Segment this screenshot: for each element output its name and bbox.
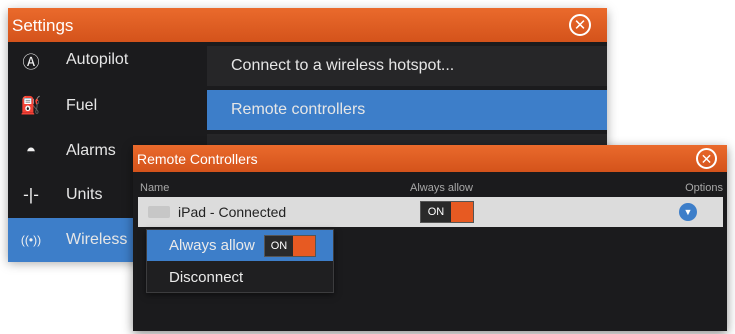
dialog-title: Remote Controllers bbox=[137, 151, 258, 167]
popup-item-always-allow[interactable]: Always allow ON bbox=[147, 230, 333, 261]
menu-item-remote-controllers[interactable]: Remote controllers bbox=[207, 90, 607, 130]
toggle-knob bbox=[293, 236, 315, 256]
column-header-name: Name bbox=[140, 182, 170, 194]
always-allow-toggle[interactable]: ON bbox=[420, 201, 474, 223]
sidebar-item-label: Units bbox=[66, 186, 103, 203]
sidebar-item-wireless[interactable]: ((•)) Wireless bbox=[8, 218, 136, 262]
sidebar-item-autopilot[interactable]: Ⓐ Autopilot bbox=[8, 38, 136, 82]
sidebar-item-fuel[interactable]: ⛽ Fuel bbox=[8, 84, 136, 128]
popup-item-disconnect[interactable]: Disconnect bbox=[147, 262, 333, 293]
settings-sidebar: Ⓐ Autopilot ⛽ Fuel ◓ Alarms ‑|‑ Units ((… bbox=[8, 42, 136, 262]
column-headers: Name Always allow Options bbox=[138, 182, 723, 195]
device-name: iPad - Connected bbox=[178, 204, 287, 220]
sidebar-item-label: Autopilot bbox=[66, 51, 129, 68]
settings-titlebar: Settings ✕ bbox=[8, 8, 607, 42]
sidebar-item-alarms[interactable]: ◓ Alarms bbox=[8, 129, 136, 173]
toggle-state-label: ON bbox=[265, 236, 293, 256]
popup-always-allow-toggle[interactable]: ON bbox=[264, 235, 316, 257]
toggle-knob bbox=[451, 202, 473, 222]
dialog-titlebar: Remote Controllers ✕ bbox=[133, 145, 727, 172]
settings-close-button[interactable]: ✕ bbox=[569, 14, 591, 36]
wireless-icon: ((•)) bbox=[20, 233, 42, 247]
units-icon: ‑|‑ bbox=[23, 185, 39, 204]
sidebar-item-units[interactable]: ‑|‑ Units bbox=[8, 173, 136, 217]
toggle-state-label: ON bbox=[421, 202, 451, 222]
alarm-icon: ◓ bbox=[25, 141, 37, 160]
device-options-popup: Always allow ON Disconnect bbox=[146, 229, 334, 293]
sidebar-item-label: Wireless bbox=[66, 231, 128, 248]
popup-item-label: Always allow bbox=[169, 237, 255, 254]
column-header-options: Options bbox=[685, 182, 723, 194]
menu-item-connect-hotspot[interactable]: Connect to a wireless hotspot... bbox=[207, 46, 607, 86]
column-header-always-allow: Always allow bbox=[410, 182, 473, 194]
sidebar-item-label: Fuel bbox=[66, 97, 98, 114]
autopilot-icon: Ⓐ bbox=[22, 52, 40, 72]
device-row[interactable]: iPad - Connected ON ▼ bbox=[138, 197, 723, 227]
fuel-pump-icon: ⛽ bbox=[20, 96, 42, 115]
device-icon bbox=[148, 206, 170, 218]
options-chevron-icon[interactable]: ▼ bbox=[679, 203, 697, 221]
settings-title: Settings bbox=[12, 16, 74, 35]
sidebar-item-label: Alarms bbox=[66, 142, 116, 159]
dialog-close-button[interactable]: ✕ bbox=[696, 148, 717, 169]
